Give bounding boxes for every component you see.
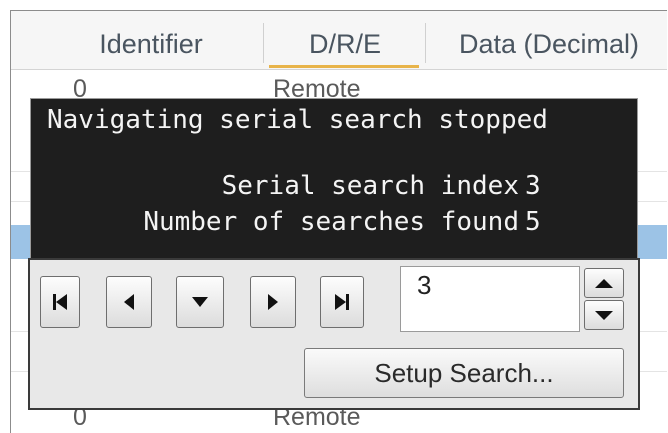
setup-search-button[interactable]: Setup Search... [304, 348, 624, 398]
searches-found-label: Number of searches found [143, 207, 519, 237]
search-index-input[interactable]: 3 [400, 266, 580, 332]
status-message: Navigating serial search stopped [47, 105, 548, 135]
spin-down-button[interactable] [584, 300, 624, 330]
last-icon [335, 294, 349, 310]
spin-up-button[interactable] [584, 268, 624, 298]
column-header-identifier[interactable]: Identifier [41, 11, 261, 69]
first-icon [53, 294, 67, 310]
chevron-down-icon [595, 310, 613, 320]
column-separator [425, 23, 426, 63]
sort-indicator [269, 65, 419, 68]
down-icon [192, 297, 208, 307]
column-header-data-decimal[interactable]: Data (Decimal) [427, 11, 667, 69]
searches-found-value: 5 [525, 207, 541, 237]
serial-search-info-overlay: Navigating serial search stopped Serial … [30, 98, 638, 276]
serial-search-index-label: Serial search index [221, 171, 519, 201]
search-navigation-panel: 3 Setup Search... [28, 258, 640, 410]
column-header-dre[interactable]: D/R/E [265, 11, 425, 69]
down-button[interactable] [176, 276, 224, 328]
next-button[interactable] [250, 276, 296, 328]
previous-button[interactable] [106, 276, 152, 328]
chevron-up-icon [595, 278, 613, 288]
next-icon [268, 294, 278, 310]
column-separator [263, 23, 264, 63]
last-button[interactable] [320, 276, 364, 328]
first-button[interactable] [40, 276, 80, 328]
table-header: Identifier D/R/E Data (Decimal) [11, 11, 667, 70]
serial-search-index-value: 3 [525, 171, 541, 201]
previous-icon [124, 294, 134, 310]
